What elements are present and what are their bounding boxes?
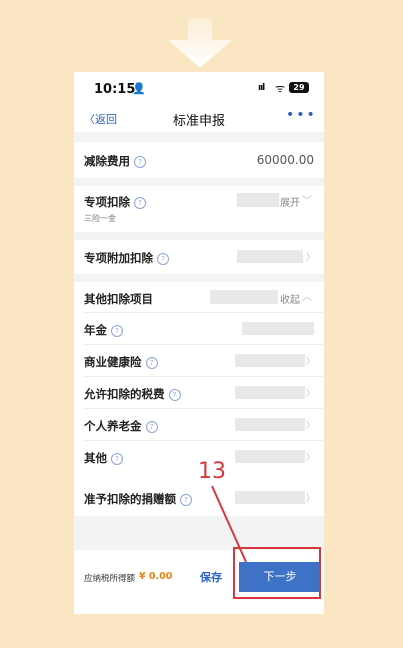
annotation-highlight-box (233, 547, 321, 599)
annotation-arrow (211, 485, 247, 563)
annotation-step-number: 13 (198, 459, 226, 484)
